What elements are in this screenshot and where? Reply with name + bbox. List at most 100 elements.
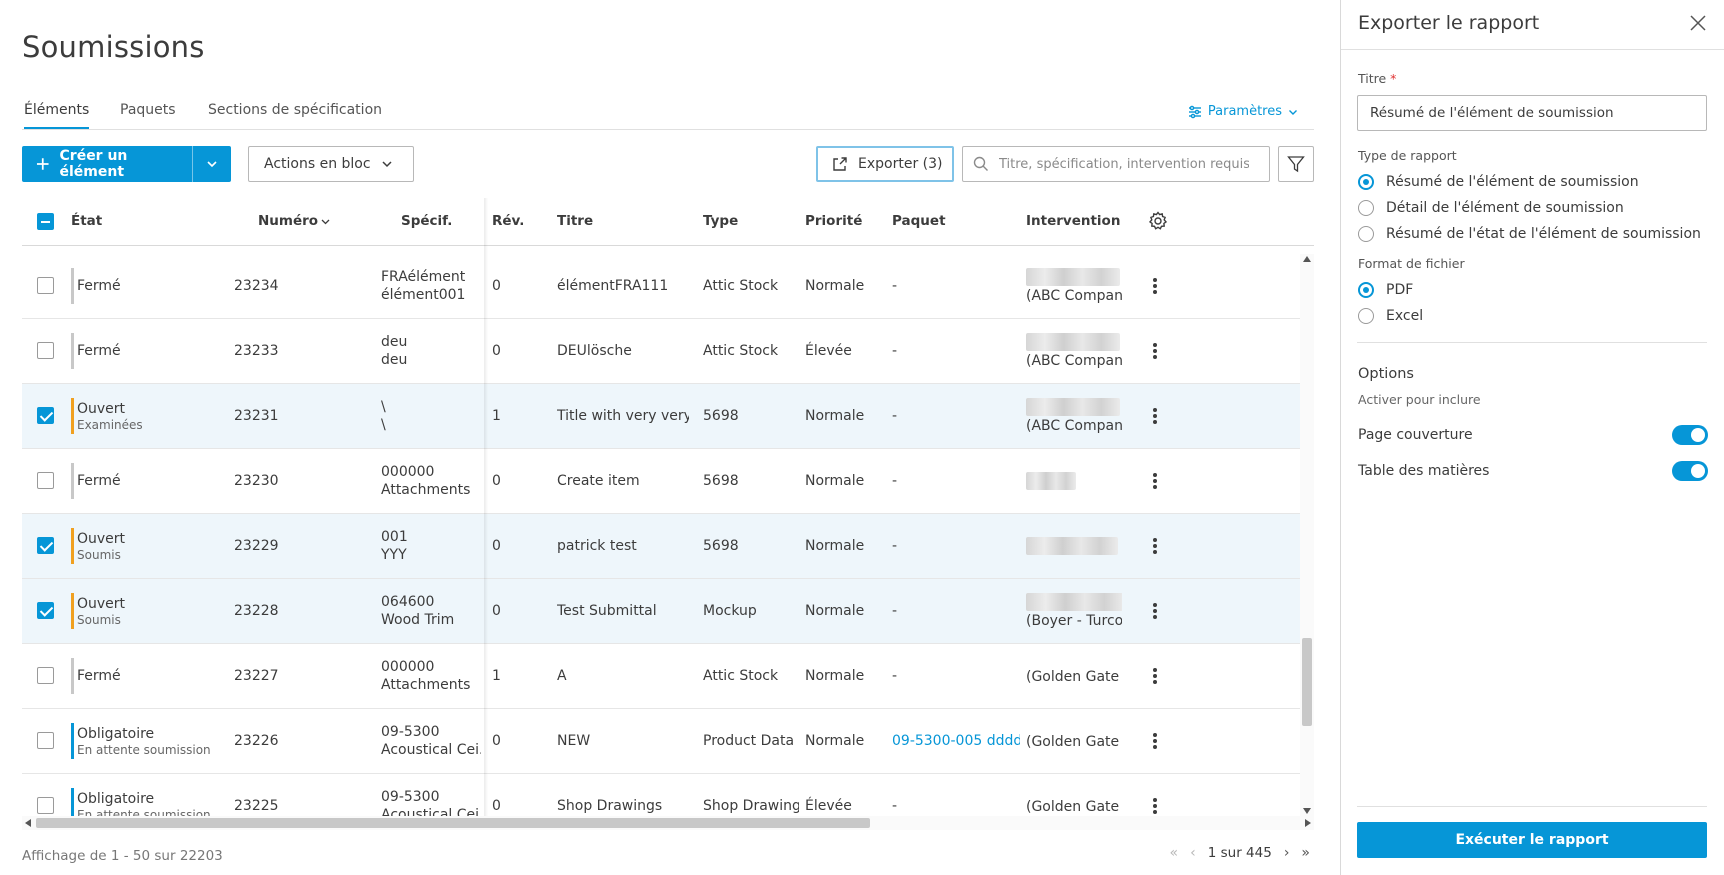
vertical-scroll-thumb[interactable] xyxy=(1302,638,1312,726)
package-value[interactable]: 09-5300-005 dddd xyxy=(892,733,1020,749)
run-report-button[interactable]: Exécuter le rapport xyxy=(1357,822,1707,858)
row-checkbox[interactable] xyxy=(37,537,54,554)
horizontal-scrollbar[interactable] xyxy=(22,816,1314,830)
create-item-dropdown-button[interactable] xyxy=(193,146,231,182)
row-actions-icon[interactable] xyxy=(1147,601,1163,621)
scroll-right-arrow[interactable] xyxy=(1305,819,1311,827)
chevron-down-icon xyxy=(1289,109,1297,115)
title-value: DEUlösche xyxy=(557,343,632,359)
prev-page-button[interactable]: ‹ xyxy=(1190,845,1196,861)
table-row[interactable]: Ouvert Examinées 23231 \ \ 1 Title with very v… xyxy=(22,384,1300,449)
header-type[interactable]: Type xyxy=(703,213,738,229)
header-number[interactable]: Numéro xyxy=(258,213,330,229)
scroll-left-arrow[interactable] xyxy=(25,819,31,827)
report-type-label: Type de rapport xyxy=(1358,148,1457,163)
table-row[interactable]: Ouvert Soumis 23229 001 YYY 0 patrick test 5698… xyxy=(22,514,1300,579)
export-button[interactable]: Exporter (3) xyxy=(816,146,954,182)
title-value: Shop Drawings xyxy=(557,798,663,814)
report-type-option-summary[interactable]: Résumé de l'élément de soumission xyxy=(1358,174,1639,190)
package-cell: - xyxy=(892,384,1020,448)
table-row[interactable]: Fermé 23233 deu deu 0 DEUlösche Attic Stock Éle… xyxy=(22,319,1300,384)
spec-name: élément001 xyxy=(381,287,466,303)
row-actions-icon[interactable] xyxy=(1147,471,1163,491)
status-indicator xyxy=(71,333,74,369)
row-actions-icon[interactable] xyxy=(1147,666,1163,686)
scroll-down-arrow[interactable] xyxy=(1303,808,1311,814)
vertical-scrollbar[interactable] xyxy=(1300,254,1314,816)
first-page-button[interactable]: « xyxy=(1170,845,1179,861)
row-checkbox[interactable] xyxy=(37,602,54,619)
row-actions-icon[interactable] xyxy=(1147,731,1163,751)
row-checkbox[interactable] xyxy=(37,472,54,489)
status-indicator xyxy=(71,268,74,304)
row-actions-icon[interactable] xyxy=(1147,341,1163,361)
tab-spec-sections[interactable]: Sections de spécification xyxy=(208,102,382,129)
table-row[interactable]: Ouvert Soumis 23228 064600 Wood Trim 0 Test Su… xyxy=(22,579,1300,644)
row-actions-icon[interactable] xyxy=(1147,536,1163,556)
type-cell: 5698 xyxy=(703,384,799,448)
table-row[interactable]: Fermé 23227 000000 Attachments 1 A Attic Stock… xyxy=(22,644,1300,709)
state-label: Fermé xyxy=(77,343,121,359)
row-checkbox[interactable] xyxy=(37,342,54,359)
radio-unselected[interactable] xyxy=(1358,308,1374,324)
state-sublabel: Examinées xyxy=(77,417,143,432)
format-option-pdf[interactable]: PDF xyxy=(1358,282,1413,298)
report-title-input[interactable] xyxy=(1357,95,1707,131)
create-item-button[interactable]: Créer un élément xyxy=(22,146,192,182)
rev-cell: 0 xyxy=(492,709,532,773)
row-checkbox[interactable] xyxy=(37,667,54,684)
radio-unselected[interactable] xyxy=(1358,226,1374,242)
page-indicator[interactable]: 1 sur 445 xyxy=(1208,845,1272,861)
package-value: - xyxy=(892,668,898,684)
column-settings-icon[interactable] xyxy=(1148,211,1168,231)
toc-toggle[interactable] xyxy=(1672,461,1708,481)
row-checkbox[interactable] xyxy=(37,797,54,814)
search-input[interactable] xyxy=(999,156,1249,172)
select-all-checkbox[interactable] xyxy=(37,213,54,230)
state-label: Ouvert xyxy=(77,595,126,612)
header-rev[interactable]: Rév. xyxy=(492,213,524,229)
last-page-button[interactable]: » xyxy=(1301,845,1310,861)
search-field xyxy=(962,146,1270,182)
header-intervention[interactable]: Intervention re xyxy=(1026,213,1121,229)
table-row[interactable]: Obligatoire En attente soumission 23225 09-… xyxy=(22,774,1300,816)
row-checkbox[interactable] xyxy=(37,277,54,294)
format-option-excel[interactable]: Excel xyxy=(1358,308,1423,324)
next-page-button[interactable]: › xyxy=(1284,845,1290,861)
header-priority[interactable]: Priorité xyxy=(805,213,862,229)
row-actions-icon[interactable] xyxy=(1147,276,1163,296)
spec-code: deu xyxy=(381,334,408,350)
header-state[interactable]: État xyxy=(71,213,102,229)
intervention-company: (Boyer - Turcot xyxy=(1026,613,1122,629)
row-actions-icon[interactable] xyxy=(1147,796,1163,816)
number-value: 23228 xyxy=(234,603,279,619)
type-value: Attic Stock xyxy=(703,278,779,294)
radio-selected[interactable] xyxy=(1358,282,1374,298)
row-checkbox[interactable] xyxy=(37,732,54,749)
row-checkbox[interactable] xyxy=(37,407,54,424)
bulk-actions-dropdown[interactable]: Actions en bloc xyxy=(248,146,414,182)
report-type-option-status-summary[interactable]: Résumé de l'état de l'élément de soumiss… xyxy=(1358,226,1701,242)
header-package[interactable]: Paquet xyxy=(892,213,946,229)
horizontal-scroll-thumb[interactable] xyxy=(36,818,870,828)
header-title[interactable]: Titre xyxy=(557,213,593,229)
cover-page-toggle[interactable] xyxy=(1672,425,1708,445)
header-spec[interactable]: Spécif. xyxy=(401,213,452,229)
report-type-option-detail[interactable]: Détail de l'élément de soumission xyxy=(1358,200,1624,216)
radio-selected[interactable] xyxy=(1358,174,1374,190)
row-actions-icon[interactable] xyxy=(1147,406,1163,426)
table-row[interactable]: Obligatoire En attente soumission 23226 09-… xyxy=(22,709,1300,774)
tab-packages[interactable]: Paquets xyxy=(120,102,176,129)
filter-button[interactable] xyxy=(1278,146,1314,182)
radio-unselected[interactable] xyxy=(1358,200,1374,216)
rev-cell: 1 xyxy=(492,644,532,708)
spec-code: 000000 xyxy=(381,659,435,675)
parameters-button[interactable]: Paramètres xyxy=(1188,104,1298,119)
scroll-up-arrow[interactable] xyxy=(1303,256,1311,262)
file-format-label: Format de fichier xyxy=(1358,256,1465,271)
close-icon[interactable] xyxy=(1689,14,1707,32)
table-row[interactable]: Fermé 23234 FRAélément élément001 0 élémentFR… xyxy=(22,254,1300,319)
table-row[interactable]: Fermé 23230 000000 Attachments 0 Create item 5… xyxy=(22,449,1300,514)
state-sublabel: En attente soumission xyxy=(77,807,211,817)
tab-elements[interactable]: Éléments xyxy=(24,102,90,129)
